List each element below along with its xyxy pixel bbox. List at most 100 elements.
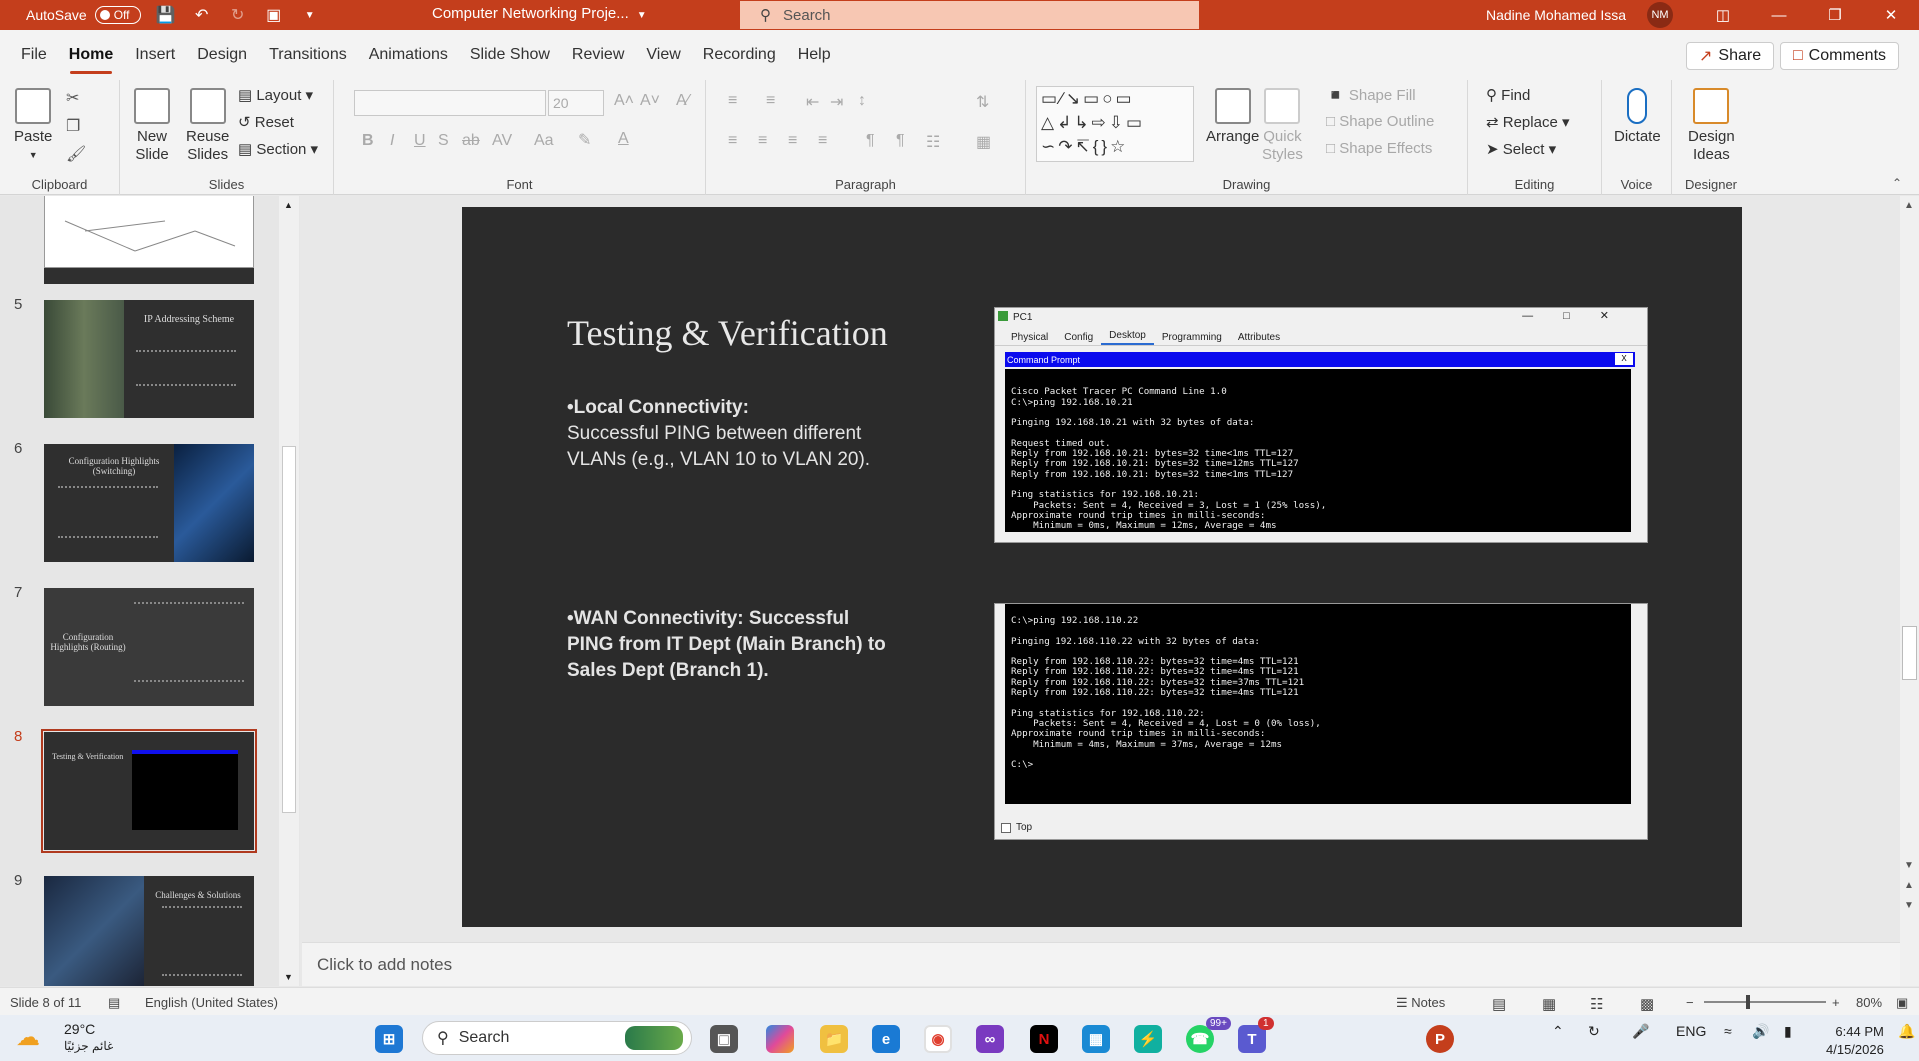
- fit-slide-icon[interactable]: ▣: [1896, 995, 1908, 1011]
- new-slide-button[interactable]: New Slide: [134, 88, 170, 164]
- clock[interactable]: 6:44 PM 4/15/2026: [1826, 1023, 1884, 1059]
- accessibility-icon[interactable]: ▤: [108, 995, 120, 1011]
- slide-thumbnail-7[interactable]: Configuration Highlights (Routing): [44, 588, 254, 706]
- align-right-icon[interactable]: ≡: [788, 132, 797, 150]
- start-icon[interactable]: ⊞: [375, 1025, 403, 1053]
- copilot-icon[interactable]: [766, 1025, 794, 1053]
- find-button[interactable]: ⚲ Find: [1486, 86, 1530, 105]
- zoom-out-icon[interactable]: −: [1686, 995, 1694, 1010]
- scroll-down-icon[interactable]: ▼: [284, 972, 293, 982]
- task-view-icon[interactable]: ▣: [710, 1025, 738, 1053]
- sync-icon[interactable]: ↻: [1588, 1023, 1600, 1040]
- tab-design[interactable]: Design: [186, 30, 258, 80]
- document-title[interactable]: Computer Networking Proje... ▼: [432, 5, 647, 22]
- scroll-down-icon[interactable]: ▼: [1904, 860, 1914, 871]
- line-spacing-icon[interactable]: ↕: [858, 92, 866, 110]
- next-slide-icon[interactable]: ▼: [1904, 900, 1914, 911]
- minimize-icon[interactable]: —: [1751, 0, 1807, 30]
- reuse-slides-button[interactable]: Reuse Slides: [186, 88, 229, 164]
- paste-button[interactable]: Paste ▼: [14, 88, 52, 164]
- align-left-icon[interactable]: ≡: [728, 132, 737, 150]
- increase-font-icon[interactable]: A˄: [614, 92, 634, 110]
- layout-button[interactable]: ▤ Layout ▾: [238, 86, 313, 105]
- slide-thumbnail-5[interactable]: IP Addressing Scheme: [44, 300, 254, 418]
- shape-outline-button[interactable]: □ Shape Outline: [1326, 113, 1434, 130]
- tab-animations[interactable]: Animations: [358, 30, 459, 80]
- align-center-icon[interactable]: ≡: [758, 132, 767, 150]
- tab-review[interactable]: Review: [561, 30, 635, 80]
- justify-icon[interactable]: ≡: [818, 132, 827, 150]
- tab-recording[interactable]: Recording: [692, 30, 787, 80]
- search-input[interactable]: ⚲ Search: [740, 1, 1199, 29]
- tradingview-icon[interactable]: ⚡: [1134, 1025, 1162, 1053]
- font-size-input[interactable]: 20: [548, 90, 604, 116]
- undo-icon[interactable]: ↶: [191, 4, 213, 26]
- dictate-button[interactable]: Dictate: [1614, 88, 1661, 146]
- bullet-local-connectivity[interactable]: •Local Connectivity: Successful PING bet…: [567, 395, 887, 473]
- tab-view[interactable]: View: [635, 30, 691, 80]
- slide-thumbnail-4[interactable]: [44, 196, 254, 268]
- slide-thumbnail-9[interactable]: Challenges & Solutions: [44, 876, 254, 986]
- notes-button[interactable]: ☰ Notes: [1396, 995, 1445, 1011]
- highlight-icon[interactable]: ✎: [578, 130, 591, 150]
- show-hidden-icons[interactable]: ⌃: [1552, 1023, 1564, 1040]
- zoom-slider-thumb[interactable]: [1746, 995, 1750, 1009]
- decrease-font-icon[interactable]: A˅: [640, 92, 660, 110]
- bullet-wan-connectivity[interactable]: •WAN Connectivity: Successful PING from …: [567, 606, 887, 684]
- comments-button[interactable]: □ Comments: [1780, 42, 1900, 70]
- zoom-level[interactable]: 80%: [1856, 995, 1882, 1010]
- powerpoint-icon[interactable]: P: [1426, 1025, 1454, 1053]
- columns-icon[interactable]: ☷: [926, 132, 940, 152]
- bullets-icon[interactable]: ≡: [728, 92, 737, 110]
- edge-icon[interactable]: e: [872, 1025, 900, 1053]
- text-direction-icon[interactable]: ⇅: [976, 92, 989, 112]
- microphone-tray-icon[interactable]: 🎤: [1632, 1023, 1649, 1040]
- file-explorer-icon[interactable]: 📁: [820, 1025, 848, 1053]
- tab-help[interactable]: Help: [787, 30, 842, 80]
- input-language[interactable]: ENG: [1676, 1023, 1706, 1039]
- shape-effects-button[interactable]: □ Shape Effects: [1326, 140, 1432, 157]
- shape-fill-button[interactable]: ◾ Shape Fill: [1326, 86, 1416, 105]
- autosave-toggle[interactable]: Off: [94, 6, 141, 24]
- select-button[interactable]: ➤ Select ▾: [1486, 140, 1556, 159]
- arrange-button[interactable]: Arrange: [1206, 88, 1259, 146]
- zoom-in-icon[interactable]: +: [1832, 995, 1840, 1010]
- smartart-icon[interactable]: ▦: [976, 132, 991, 152]
- zoom-slider[interactable]: [1704, 995, 1826, 1009]
- italic-icon[interactable]: I: [390, 132, 394, 150]
- slideshow-view-icon[interactable]: ▩: [1640, 995, 1654, 1013]
- strikethrough-icon[interactable]: ab: [462, 132, 480, 150]
- scroll-up-icon[interactable]: ▲: [284, 200, 293, 210]
- replace-button[interactable]: ⇄ Replace ▾: [1486, 113, 1570, 132]
- clear-format-icon[interactable]: A∕: [676, 92, 689, 110]
- save-icon[interactable]: 💾: [155, 4, 177, 26]
- netflix-icon[interactable]: N: [1030, 1025, 1058, 1053]
- wifi-icon[interactable]: ≈: [1724, 1023, 1732, 1039]
- taskbar-search[interactable]: ⚲ Search: [422, 1021, 692, 1055]
- tab-insert[interactable]: Insert: [124, 30, 186, 80]
- customize-qat-icon[interactable]: ▼: [299, 4, 321, 26]
- section-button[interactable]: ▤ Section ▾: [238, 140, 318, 159]
- increase-indent-icon[interactable]: ⇥: [830, 92, 843, 112]
- notes-placeholder[interactable]: Click to add notes: [317, 955, 452, 975]
- slide-scrollbar[interactable]: ▲ ▼ ▲ ▼: [1900, 196, 1919, 986]
- underline-icon[interactable]: U: [414, 132, 426, 150]
- ltr-icon[interactable]: ¶: [866, 132, 875, 150]
- shadow-icon[interactable]: S: [438, 132, 449, 150]
- bold-icon[interactable]: B: [362, 132, 374, 150]
- present-icon[interactable]: ▣: [263, 4, 285, 26]
- maximize-icon[interactable]: ❐: [1807, 0, 1863, 30]
- avatar[interactable]: NM: [1647, 2, 1673, 28]
- font-color-icon[interactable]: A: [618, 130, 629, 148]
- visual-studio-icon[interactable]: ∞: [976, 1025, 1004, 1053]
- notifications-icon[interactable]: 🔔: [1898, 1023, 1915, 1040]
- font-name-input[interactable]: [354, 90, 546, 116]
- scroll-thumb[interactable]: [1902, 626, 1917, 680]
- slide-sorter-icon[interactable]: ▦: [1542, 995, 1556, 1013]
- autosave-control[interactable]: AutoSave Off: [26, 6, 141, 24]
- previous-slide-icon[interactable]: ▲: [1904, 880, 1914, 891]
- scroll-up-icon[interactable]: ▲: [1904, 200, 1914, 211]
- ribbon-display-icon[interactable]: ◫: [1695, 0, 1751, 30]
- tab-file[interactable]: File: [10, 30, 58, 80]
- decrease-indent-icon[interactable]: ⇤: [806, 92, 819, 112]
